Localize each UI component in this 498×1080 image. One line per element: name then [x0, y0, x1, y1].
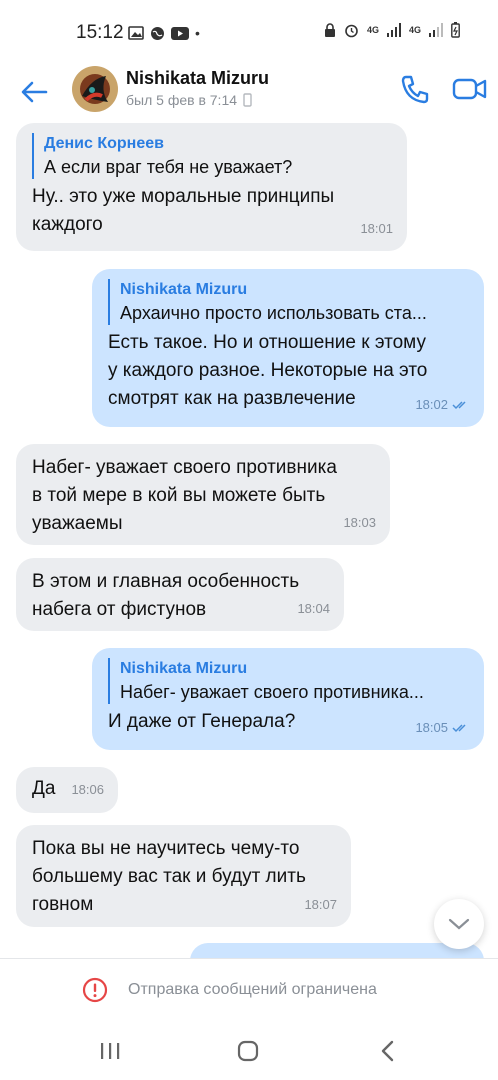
- alert-circle-icon: [82, 977, 108, 1003]
- message-incoming[interactable]: Пока вы не научитесь чему-то большему ва…: [16, 825, 351, 927]
- last-seen-status: был 5 фев в 7:14: [126, 92, 252, 108]
- restriction-text: Отправка сообщений ограничена: [128, 981, 377, 998]
- system-navigation-bar: [0, 1022, 498, 1080]
- reply-text: Архаично просто использовать ста...: [120, 303, 427, 323]
- battery-icon: [451, 22, 460, 38]
- scroll-down-button[interactable]: [434, 899, 484, 949]
- network-type-2: 4G: [408, 25, 421, 35]
- globe-icon: [151, 26, 164, 40]
- message-outgoing[interactable]: Nishikata Mizuru Набег- уважает своего п…: [92, 648, 484, 750]
- message-time: 18:06: [71, 776, 104, 804]
- read-checkmarks-icon: [452, 724, 466, 733]
- last-seen-text: был 5 фев в 7:14: [126, 92, 238, 108]
- video-call-icon[interactable]: [452, 72, 488, 106]
- message-time: 18:02: [415, 391, 470, 419]
- status-bar: 15:12 • 4G 4G: [0, 0, 498, 64]
- message-time-text: 18:01: [360, 221, 393, 236]
- signal-icon-1: [386, 23, 401, 37]
- message-incoming[interactable]: Денис Корнеев А если враг тебя не уважае…: [16, 123, 407, 251]
- message-time: 18:05: [415, 714, 470, 742]
- message-time-text: 18:02: [415, 397, 448, 412]
- youtube-icon: [171, 26, 189, 40]
- message-time: 18:03: [343, 509, 376, 537]
- phone-call-icon[interactable]: [398, 72, 432, 106]
- message-outgoing-partial[interactable]: [190, 943, 484, 958]
- back-icon[interactable]: [375, 1038, 401, 1064]
- message-incoming[interactable]: Да 18:06: [16, 767, 118, 813]
- gallery-icon: [128, 26, 144, 40]
- mobile-device-icon: [243, 93, 252, 107]
- more-notifications-dot: •: [195, 25, 200, 41]
- status-time: 15:12: [76, 22, 124, 43]
- signal-icon-2: [429, 23, 443, 37]
- message-time-text: 18:03: [343, 515, 376, 530]
- message-text: В этом и главная особенность набега от ф…: [32, 571, 300, 620]
- message-text: Пока вы не научитесь чему-то большему ва…: [32, 838, 306, 915]
- message-time: 18:01: [360, 215, 393, 243]
- message-outgoing[interactable]: Nishikata Mizuru Архаично просто использ…: [92, 269, 484, 427]
- reply-text: А если враг тебя не уважает?: [44, 157, 293, 177]
- chat-header: Nishikata Mizuru был 5 фев в 7:14: [0, 64, 498, 120]
- message-time-text: 18:07: [304, 897, 337, 912]
- message-restriction-bar: Отправка сообщений ограничена: [0, 958, 498, 1023]
- reply-author: Nishikata Mizuru: [120, 660, 248, 677]
- reply-quote[interactable]: Денис Корнеев А если враг тебя не уважае…: [32, 133, 393, 179]
- system-icons: 4G 4G: [324, 22, 460, 38]
- message-time-text: 18:06: [71, 782, 104, 797]
- message-time-text: 18:05: [415, 720, 448, 735]
- message-incoming[interactable]: В этом и главная особенность набега от ф…: [16, 558, 344, 631]
- message-time: 18:07: [304, 891, 337, 919]
- reply-quote[interactable]: Nishikata Mizuru Набег- уважает своего п…: [108, 658, 470, 704]
- read-checkmarks-icon: [452, 401, 466, 410]
- reply-quote[interactable]: Nishikata Mizuru Архаично просто использ…: [108, 279, 470, 325]
- home-icon[interactable]: [235, 1038, 261, 1064]
- alarm-icon: [345, 24, 358, 37]
- avatar[interactable]: [72, 66, 118, 112]
- avatar-image: [72, 66, 118, 112]
- message-text: Ну.. это уже моральные принципы каждого: [32, 186, 335, 235]
- lock-icon: [324, 23, 335, 37]
- message-time-text: 18:04: [297, 601, 330, 616]
- network-type-1: 4G: [366, 25, 379, 35]
- contact-name[interactable]: Nishikata Mizuru: [126, 68, 269, 89]
- recent-apps-icon[interactable]: [97, 1038, 123, 1064]
- back-arrow-icon[interactable]: [18, 76, 50, 108]
- reply-author: Денис Корнеев: [44, 135, 164, 152]
- message-list[interactable]: Денис Корнеев А если враг тебя не уважае…: [0, 120, 498, 958]
- reply-author: Nishikata Mizuru: [120, 281, 248, 298]
- message-time: 18:04: [297, 595, 330, 623]
- message-incoming[interactable]: Набег- уважает своего противника в той м…: [16, 444, 390, 545]
- chevron-down-icon: [448, 918, 470, 930]
- notification-icons: •: [128, 25, 200, 41]
- message-text: Набег- уважает своего противника в той м…: [32, 457, 337, 534]
- reply-text: Набег- уважает своего противника...: [120, 682, 424, 702]
